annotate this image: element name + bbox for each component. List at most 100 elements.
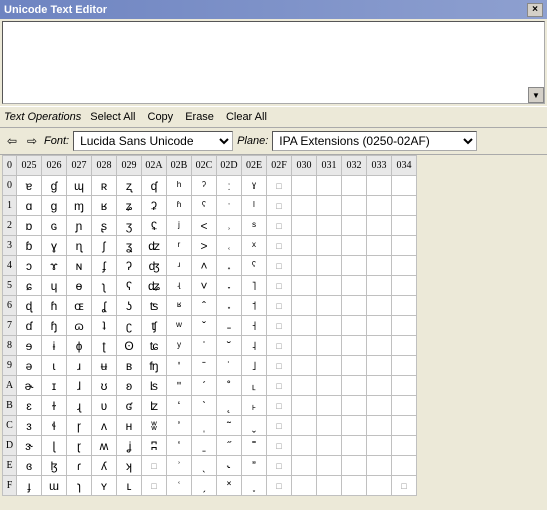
char-cell[interactable] (292, 196, 317, 216)
char-cell[interactable]: ˥ (242, 276, 267, 296)
char-cell[interactable]: □ (267, 336, 292, 356)
char-cell[interactable]: ˕ (217, 276, 242, 296)
char-cell[interactable]: ˊ (192, 376, 217, 396)
char-cell[interactable] (292, 376, 317, 396)
char-cell[interactable]: ʌ (92, 416, 117, 436)
char-cell[interactable] (317, 296, 342, 316)
char-cell[interactable] (367, 436, 392, 456)
char-cell[interactable]: ʿ (167, 476, 192, 496)
char-cell[interactable]: ʆ (92, 296, 117, 316)
char-cell[interactable]: ɰ (67, 176, 92, 196)
char-cell[interactable]: ɬ (42, 416, 67, 436)
char-cell[interactable]: ˧ (242, 316, 267, 336)
char-cell[interactable]: ʤ (142, 256, 167, 276)
char-cell[interactable] (367, 216, 392, 236)
char-cell[interactable]: ɞ (17, 456, 42, 476)
char-cell[interactable]: ˫ (242, 396, 267, 416)
erase-button[interactable]: Erase (182, 110, 217, 124)
char-cell[interactable]: ɠ (42, 176, 67, 196)
char-cell[interactable]: ʄ (92, 256, 117, 276)
char-cell[interactable]: ˖ (217, 296, 242, 316)
char-cell[interactable] (342, 396, 367, 416)
char-cell[interactable] (392, 296, 417, 316)
char-cell[interactable]: ɲ (67, 216, 92, 236)
char-cell[interactable] (392, 416, 417, 436)
char-cell[interactable]: ʠ (142, 176, 167, 196)
char-cell[interactable] (392, 336, 417, 356)
char-cell[interactable] (292, 456, 317, 476)
char-cell[interactable]: ˏ (192, 476, 217, 496)
char-cell[interactable]: ɡ (42, 196, 67, 216)
char-cell[interactable]: ˟ (217, 476, 242, 496)
char-cell[interactable]: □ (267, 476, 292, 496)
char-cell[interactable]: ɐ (17, 176, 42, 196)
char-cell[interactable]: ɢ (42, 216, 67, 236)
char-cell[interactable]: ʀ (92, 176, 117, 196)
char-cell[interactable]: ɿ (67, 476, 92, 496)
char-cell[interactable]: ɨ (42, 336, 67, 356)
char-cell[interactable]: ˭ (242, 436, 267, 456)
char-cell[interactable]: ʵ (167, 276, 192, 296)
char-cell[interactable]: ɴ (67, 256, 92, 276)
char-cell[interactable]: □ (267, 296, 292, 316)
char-cell[interactable] (317, 456, 342, 476)
char-cell[interactable]: ʪ (142, 376, 167, 396)
char-cell[interactable] (317, 476, 342, 496)
char-cell[interactable] (392, 256, 417, 276)
char-cell[interactable] (342, 216, 367, 236)
char-cell[interactable] (342, 196, 367, 216)
char-cell[interactable]: ʥ (142, 276, 167, 296)
char-cell[interactable]: ɘ (17, 336, 42, 356)
char-cell[interactable] (392, 396, 417, 416)
char-cell[interactable] (317, 356, 342, 376)
char-cell[interactable]: ʉ (92, 356, 117, 376)
char-cell[interactable] (292, 476, 317, 496)
char-cell[interactable]: ʓ (117, 236, 142, 256)
char-cell[interactable]: ɑ (17, 196, 42, 216)
char-cell[interactable]: ˑ (217, 196, 242, 216)
char-cell[interactable]: ɮ (42, 456, 67, 476)
char-cell[interactable]: ɝ (17, 436, 42, 456)
char-cell[interactable] (342, 316, 367, 336)
char-cell[interactable]: □ (267, 276, 292, 296)
char-cell[interactable]: ˎ (192, 456, 217, 476)
char-cell[interactable]: ˝ (217, 436, 242, 456)
char-cell[interactable]: ʡ (142, 196, 167, 216)
char-cell[interactable]: ʘ (117, 336, 142, 356)
char-cell[interactable]: □ (267, 216, 292, 236)
char-cell[interactable]: ʬ (142, 416, 167, 436)
char-cell[interactable]: ʗ (117, 316, 142, 336)
char-cell[interactable] (342, 236, 367, 256)
char-cell[interactable]: ː (217, 176, 242, 196)
char-cell[interactable]: ʐ (117, 176, 142, 196)
char-cell[interactable]: ɽ (67, 436, 92, 456)
char-cell[interactable]: ˜ (217, 416, 242, 436)
char-cell[interactable] (342, 476, 367, 496)
char-cell[interactable] (292, 176, 317, 196)
char-cell[interactable]: ʹ (167, 356, 192, 376)
char-cell[interactable]: ʜ (117, 416, 142, 436)
text-editor-area[interactable]: ▼ (2, 21, 545, 104)
char-cell[interactable]: ɱ (67, 196, 92, 216)
char-cell[interactable] (317, 176, 342, 196)
char-cell[interactable]: □ (142, 456, 167, 476)
char-cell[interactable] (292, 436, 317, 456)
char-cell[interactable]: ɻ (67, 396, 92, 416)
char-cell[interactable] (367, 336, 392, 356)
char-cell[interactable]: ʟ (117, 476, 142, 496)
char-cell[interactable]: □ (267, 436, 292, 456)
char-cell[interactable]: □ (267, 376, 292, 396)
char-cell[interactable]: ɗ (17, 316, 42, 336)
char-cell[interactable]: ʻ (167, 396, 192, 416)
char-cell[interactable]: ˇ (192, 316, 217, 336)
char-cell[interactable]: ˒ (217, 216, 242, 236)
char-cell[interactable] (292, 416, 317, 436)
nav-right-button[interactable]: ⇨ (24, 134, 40, 148)
char-cell[interactable]: ɣ (42, 236, 67, 256)
char-cell[interactable] (392, 176, 417, 196)
char-cell[interactable] (367, 416, 392, 436)
char-cell[interactable] (317, 396, 342, 416)
char-cell[interactable]: ɕ (17, 276, 42, 296)
char-cell[interactable] (392, 436, 417, 456)
char-cell[interactable]: ʽ (167, 436, 192, 456)
